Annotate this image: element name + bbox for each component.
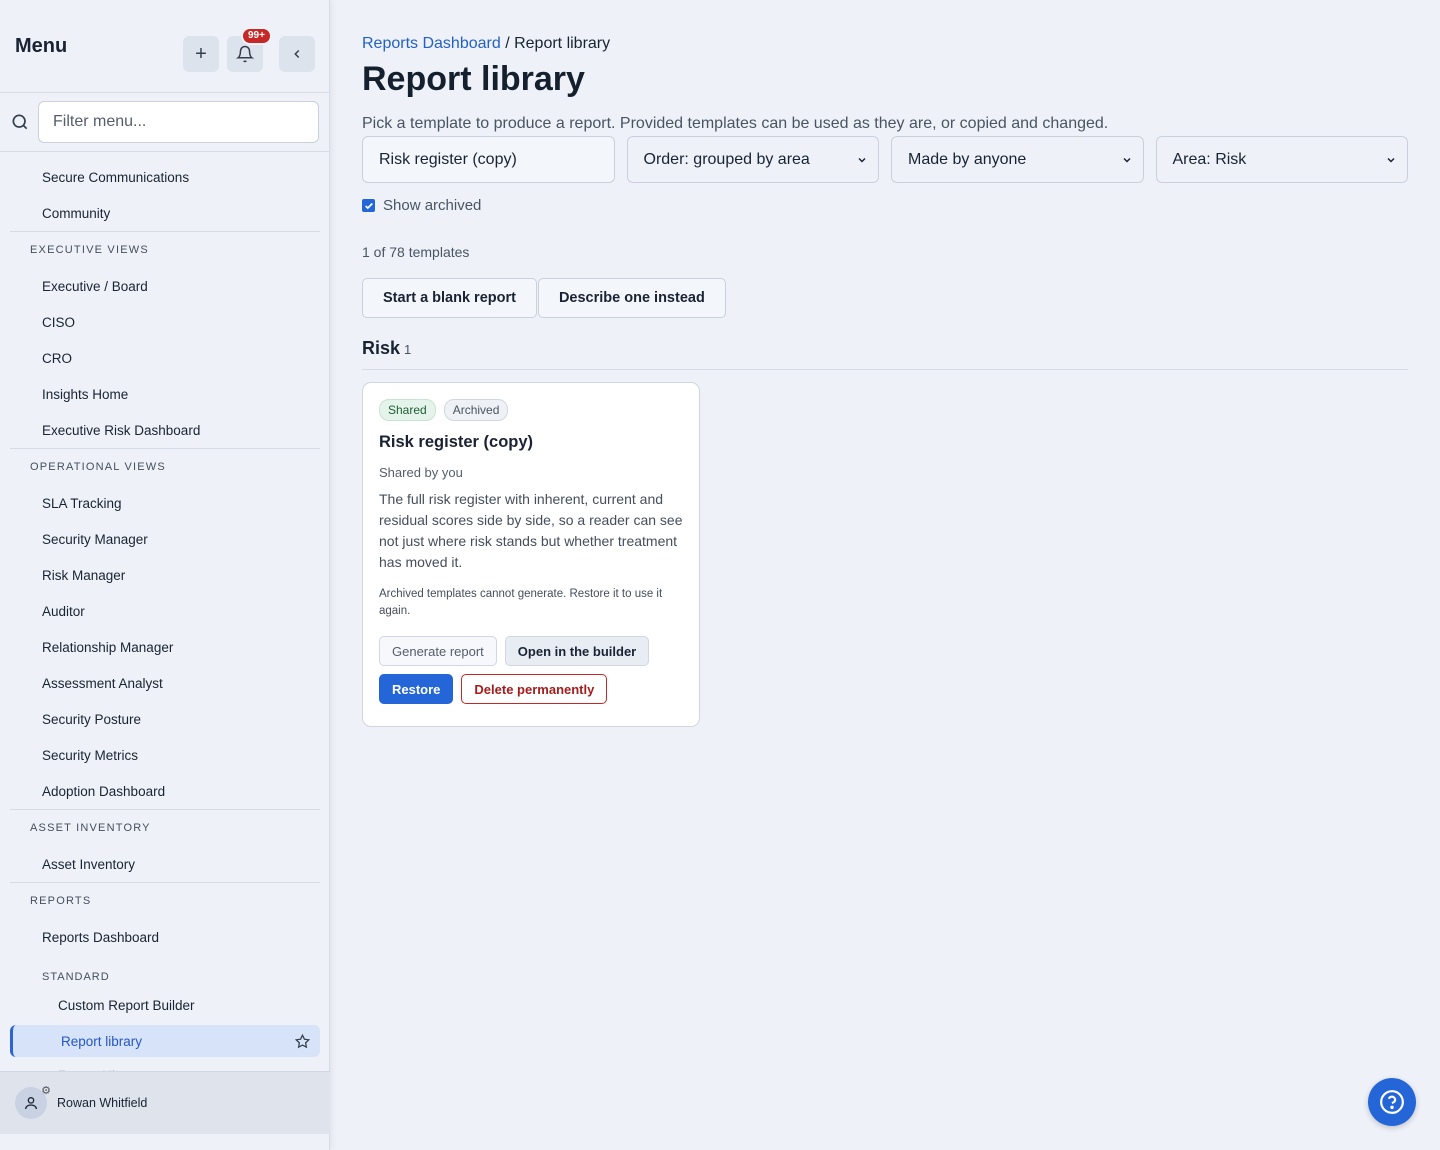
section-reports: REPORTS xyxy=(30,895,92,907)
sidebar-item-report-library[interactable]: Report library xyxy=(10,1025,320,1057)
sidebar-header: Menu + 99+ xyxy=(0,0,329,93)
sidebar-item-community[interactable]: Community xyxy=(10,195,320,231)
user-name: Rowan Whitfield xyxy=(57,1096,148,1110)
sidebar: Menu + 99+ Secure Communications Communi… xyxy=(0,0,330,1150)
group-name: Risk xyxy=(362,338,401,358)
card-description: The full risk register with inherent, cu… xyxy=(379,491,683,570)
notification-badge: 99+ xyxy=(241,27,272,45)
template-card: Shared Archived Risk register (copy) Sha… xyxy=(362,382,700,727)
area-select[interactable]: Area: Risk xyxy=(1155,136,1408,183)
card-tags: Shared Archived xyxy=(379,399,683,421)
section-asset-inventory: ASSET INVENTORY xyxy=(30,822,151,834)
breadcrumb-separator: / xyxy=(500,35,515,52)
sidebar-item-executive-board[interactable]: Executive / Board xyxy=(10,268,320,304)
star-icon[interactable] xyxy=(295,1033,310,1049)
card-archived-note: Archived templates cannot generate. Rest… xyxy=(379,588,663,617)
open-in-builder-button[interactable]: Open in the builder xyxy=(504,636,650,666)
show-archived-checkbox[interactable] xyxy=(362,199,375,212)
maker-select[interactable]: Made by anyone xyxy=(891,136,1144,183)
gear-icon: ⚙ xyxy=(41,1085,51,1097)
sidebar-item-security-metrics[interactable]: Security Metrics xyxy=(10,737,320,773)
sidebar-item-auditor[interactable]: Auditor xyxy=(10,593,320,629)
sidebar-item-secure-communications[interactable]: Secure Communications xyxy=(10,159,320,195)
show-archived-label: Show archived xyxy=(383,197,482,214)
card-owner: Shared by you xyxy=(379,465,463,480)
chevron-down-icon xyxy=(1387,157,1395,163)
start-blank-report-button[interactable]: Start a blank report xyxy=(362,278,537,318)
chevron-down-icon xyxy=(858,157,866,163)
card-actions-secondary: Restore Delete permanently xyxy=(379,674,683,704)
action-buttons: Start a blank report Describe one instea… xyxy=(362,278,727,318)
sidebar-item-cro[interactable]: CRO xyxy=(10,340,320,376)
page-subtitle: Pick a template to produce a report. Pro… xyxy=(362,115,1109,132)
maker-value: Made by anyone xyxy=(908,150,1027,168)
group-count: 1 xyxy=(404,342,412,357)
subsection-standard: STANDARD xyxy=(42,971,110,983)
search-icon xyxy=(12,114,28,130)
group-heading: Risk 1 xyxy=(362,338,411,359)
page-title: Report library xyxy=(362,60,585,98)
sidebar-item-security-posture[interactable]: Security Posture xyxy=(10,701,320,737)
help-icon xyxy=(1380,1090,1404,1114)
section-executive-views: EXECUTIVE VIEWS xyxy=(30,244,149,256)
add-button[interactable]: + xyxy=(183,36,219,72)
area-value: Area: Risk xyxy=(1172,150,1247,168)
group-divider xyxy=(362,369,1408,370)
user-bar[interactable]: ⚙ Rowan Whitfield xyxy=(0,1071,330,1134)
sidebar-item-risk-manager[interactable]: Risk Manager xyxy=(10,557,320,593)
order-value: Order: grouped by area xyxy=(643,150,810,168)
filter-menu-input[interactable] xyxy=(38,101,319,143)
bell-icon xyxy=(236,45,254,63)
sidebar-item-security-manager[interactable]: Security Manager xyxy=(10,521,320,557)
sidebar-item-custom-report-builder[interactable]: Custom Report Builder xyxy=(10,987,320,1023)
chevron-left-icon xyxy=(294,49,300,59)
sidebar-item-reports-dashboard[interactable]: Reports Dashboard xyxy=(10,919,320,955)
restore-button[interactable]: Restore xyxy=(379,674,454,704)
sidebar-item-ciso[interactable]: CISO xyxy=(10,304,320,340)
sidebar-item-adoption-dashboard[interactable]: Adoption Dashboard xyxy=(10,773,320,809)
chevron-down-icon xyxy=(1122,157,1131,163)
filter-row xyxy=(0,93,329,152)
filter-controls: Risk register (copy) Order: grouped by a… xyxy=(362,136,1408,183)
avatar: ⚙ xyxy=(15,1085,51,1119)
sidebar-item-relationship-manager[interactable]: Relationship Manager xyxy=(10,629,320,665)
card-actions-primary: Generate report Open in the builder xyxy=(379,636,683,666)
section-operational-views: OPERATIONAL VIEWS xyxy=(30,461,166,473)
notifications-button[interactable]: 99+ xyxy=(227,27,272,72)
archived-badge: Archived xyxy=(443,399,509,421)
breadcrumb: Reports Dashboard / Report library xyxy=(362,35,610,53)
shared-badge: Shared xyxy=(379,399,436,421)
delete-permanently-button[interactable]: Delete permanently xyxy=(461,674,608,704)
card-title: Risk register (copy) xyxy=(379,433,534,451)
sidebar-item-report-history[interactable]: Report History xyxy=(10,1057,320,1072)
sidebar-item-assessment-analyst[interactable]: Assessment Analyst xyxy=(10,665,320,701)
sidebar-item-label: Report library xyxy=(61,1033,143,1049)
breadcrumb-reports-dashboard[interactable]: Reports Dashboard xyxy=(362,35,501,52)
sidebar-item-executive-risk-dashboard[interactable]: Executive Risk Dashboard xyxy=(10,412,320,448)
help-button[interactable] xyxy=(1368,1078,1416,1126)
plus-icon: + xyxy=(195,42,207,65)
sidebar-item-insights-home[interactable]: Insights Home xyxy=(10,376,320,412)
sidebar-nav: Secure Communications Community EXECUTIV… xyxy=(0,159,330,1071)
sidebar-item-sla-tracking[interactable]: SLA Tracking xyxy=(10,485,320,521)
describe-report-button[interactable]: Describe one instead xyxy=(537,278,726,318)
template-search-input[interactable]: Risk register (copy) xyxy=(362,136,615,183)
search-value: Risk register (copy) xyxy=(379,150,517,168)
generate-report-button[interactable]: Generate report xyxy=(379,636,497,666)
breadcrumb-current: Report library xyxy=(514,35,611,52)
sidebar-item-asset-inventory[interactable]: Asset Inventory xyxy=(10,846,320,882)
checkmark-icon xyxy=(364,202,373,209)
menu-title: Menu xyxy=(15,34,68,57)
show-archived-toggle[interactable]: Show archived xyxy=(362,197,481,214)
order-select[interactable]: Order: grouped by area xyxy=(626,136,879,183)
collapse-sidebar-button[interactable] xyxy=(279,36,315,72)
template-count: 1 of 78 templates xyxy=(362,244,470,260)
user-icon xyxy=(25,1097,37,1110)
